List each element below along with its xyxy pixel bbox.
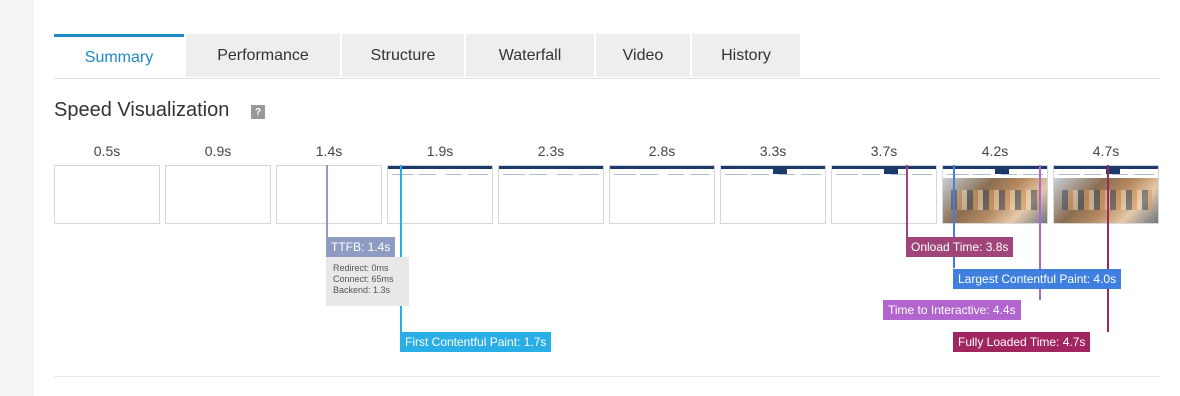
- frame-header-bar: [388, 166, 492, 169]
- frame-text-line: [579, 174, 599, 175]
- section-title: Speed Visualization: [54, 99, 230, 121]
- frame-logo-icon: [995, 166, 1009, 174]
- filmstrip-frame[interactable]: [165, 165, 271, 224]
- section-divider: [54, 376, 1160, 377]
- fully-loaded-connector-line: [1107, 165, 1109, 332]
- time-to-interactive-marker: Time to Interactive: 4.4s: [883, 300, 1021, 320]
- frame-hero-crowd: [951, 190, 1041, 210]
- frame-text-line: [690, 174, 710, 175]
- time-label: 4.7s: [1092, 143, 1120, 159]
- frame-text-line: [1084, 174, 1102, 175]
- time-label: 3.7s: [870, 143, 898, 159]
- fcp-connector-line: [400, 165, 402, 333]
- frame-logo-icon: [884, 166, 898, 174]
- ttfb-redirect: Redirect: 0ms: [333, 263, 389, 273]
- first-contentful-paint-marker: First Contentful Paint: 1.7s: [400, 332, 552, 352]
- frame-text-line: [725, 174, 747, 175]
- tab-video[interactable]: Video: [596, 34, 690, 77]
- frame-text-line: [801, 174, 821, 175]
- filmstrip-frame[interactable]: [1053, 165, 1159, 224]
- filmstrip-frame[interactable]: [609, 165, 715, 224]
- time-label: 2.8s: [648, 143, 676, 159]
- filmstrip-frame[interactable]: [387, 165, 493, 224]
- ttfb-connect: Connect: 65ms: [333, 274, 394, 284]
- ttfb-marker: TTFB: 1.4s: [326, 237, 396, 257]
- help-icon[interactable]: ?: [251, 105, 265, 119]
- frame-text-line: [1058, 174, 1080, 175]
- frame-text-line: [529, 174, 547, 175]
- tab-bar: Summary Performance Structure Waterfall …: [54, 34, 1160, 79]
- frame-text-line: [751, 174, 769, 175]
- tab-structure[interactable]: Structure: [342, 34, 464, 77]
- filmstrip-frame[interactable]: [54, 165, 160, 224]
- frame-text-line: [779, 174, 795, 175]
- frame-logo-icon: [773, 166, 787, 174]
- frame-text-line: [947, 174, 969, 175]
- onload-connector-line: [906, 165, 908, 237]
- filmstrip-frame[interactable]: [720, 165, 826, 224]
- frame-text-line: [668, 174, 684, 175]
- tab-summary[interactable]: Summary: [54, 34, 184, 78]
- frame-text-line: [912, 174, 932, 175]
- time-label: 1.9s: [426, 143, 454, 159]
- frame-text-line: [836, 174, 858, 175]
- frame-text-line: [1112, 174, 1128, 175]
- fully-loaded-time-marker: Fully Loaded Time: 4.7s: [953, 332, 1091, 352]
- onload-time-marker: Onload Time: 3.8s: [906, 237, 1014, 257]
- frame-text-line: [640, 174, 658, 175]
- time-label: 3.3s: [759, 143, 787, 159]
- frame-text-line: [1134, 174, 1154, 175]
- time-label: 2.3s: [537, 143, 565, 159]
- frame-header-bar: [610, 166, 714, 169]
- frame-text-line: [973, 174, 991, 175]
- frame-text-line: [614, 174, 636, 175]
- frame-text-line: [446, 174, 462, 175]
- tab-performance[interactable]: Performance: [186, 34, 340, 77]
- frame-text-line: [862, 174, 880, 175]
- time-label: 1.4s: [315, 143, 343, 159]
- frame-text-line: [418, 174, 436, 175]
- ttfb-breakdown: Redirect: 0ms Connect: 65ms Backend: 1.3…: [326, 257, 409, 306]
- ttfb-connector-line: [326, 165, 328, 237]
- tab-history[interactable]: History: [692, 34, 800, 77]
- time-label: 4.2s: [981, 143, 1009, 159]
- filmstrip-frame[interactable]: [942, 165, 1048, 224]
- frame-text-line: [557, 174, 573, 175]
- filmstrip-frame[interactable]: [498, 165, 604, 224]
- ttfb-backend: Backend: 1.3s: [333, 285, 391, 295]
- left-sidebar-strip: [0, 0, 34, 396]
- time-label: 0.9s: [204, 143, 232, 159]
- largest-contentful-paint-marker: Largest Contentful Paint: 4.0s: [953, 269, 1122, 289]
- filmstrip-frame[interactable]: [276, 165, 382, 224]
- tab-waterfall[interactable]: Waterfall: [466, 34, 594, 77]
- filmstrip-frame[interactable]: [831, 165, 937, 224]
- frame-text-line: [1001, 174, 1017, 175]
- frame-text-line: [503, 174, 525, 175]
- frame-text-line: [890, 174, 906, 175]
- time-label: 0.5s: [93, 143, 121, 159]
- frame-text-line: [392, 174, 414, 175]
- frame-text-line: [468, 174, 488, 175]
- frame-header-bar: [499, 166, 603, 169]
